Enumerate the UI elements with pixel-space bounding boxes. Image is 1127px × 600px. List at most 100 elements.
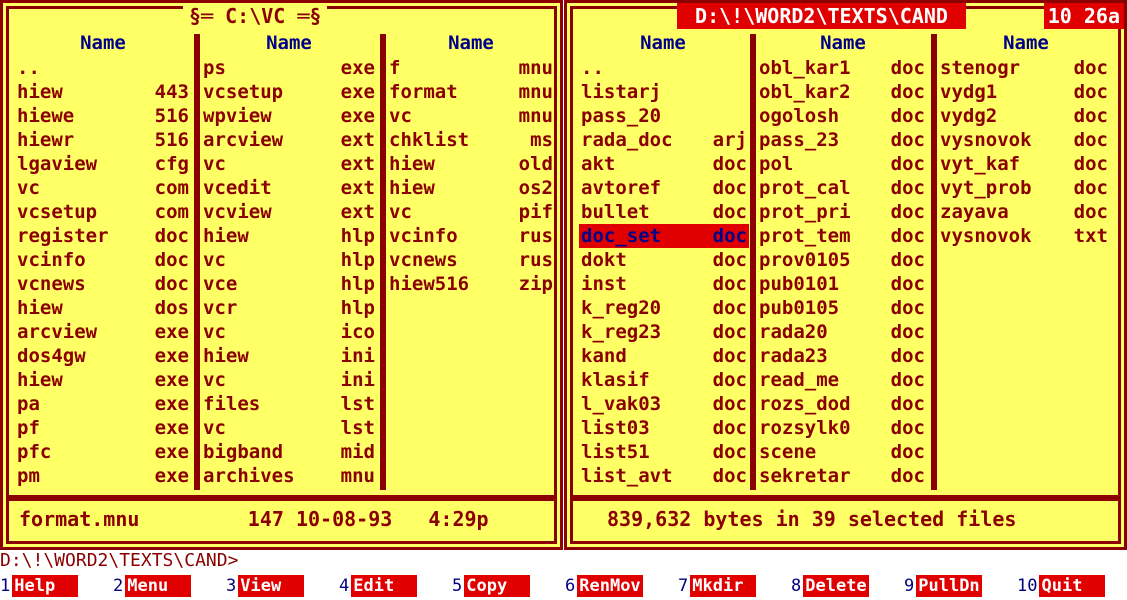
file-entry[interactable]: prov0105 doc: [757, 248, 927, 272]
file-entry[interactable]: vydg1 doc: [938, 80, 1110, 104]
file-entry[interactable]: dos4gw exe: [15, 344, 191, 368]
file-entry[interactable]: register doc: [15, 224, 191, 248]
file-entry[interactable]: list03 doc: [579, 416, 749, 440]
file-entry[interactable]: pfc exe: [15, 440, 191, 464]
file-entry[interactable]: arcview ext: [201, 128, 377, 152]
file-entry[interactable]: pf exe: [15, 416, 191, 440]
file-entry[interactable]: avtoref doc: [579, 176, 749, 200]
file-entry[interactable]: pass_23 doc: [757, 128, 927, 152]
file-entry[interactable]: obl_kar2 doc: [757, 80, 927, 104]
file-entry[interactable]: vcinfo doc: [15, 248, 191, 272]
file-entry[interactable]: rada_doc arj: [579, 128, 749, 152]
file-entry[interactable]: wpview exe: [201, 104, 377, 128]
f9-key[interactable]: 9 PullDn: [904, 574, 1017, 598]
file-entry[interactable]: vysnovok doc: [938, 128, 1110, 152]
file-entry[interactable]: rozsylk0 doc: [757, 416, 927, 440]
file-entry[interactable]: ..: [579, 56, 749, 80]
file-entry[interactable]: pub0101 doc: [757, 272, 927, 296]
file-entry[interactable]: vc lst: [201, 416, 377, 440]
file-entry[interactable]: vcnews doc: [15, 272, 191, 296]
file-entry[interactable]: vc ext: [201, 152, 377, 176]
file-entry[interactable]: prot_cal doc: [757, 176, 927, 200]
file-entry[interactable]: vc com: [15, 176, 191, 200]
file-entry[interactable]: zayava doc: [938, 200, 1110, 224]
file-entry[interactable]: sekretar doc: [757, 464, 927, 488]
file-entry[interactable]: listarj: [579, 80, 749, 104]
file-entry[interactable]: vc hlp: [201, 248, 377, 272]
file-entry[interactable]: rada23 doc: [757, 344, 927, 368]
f1-key[interactable]: 1 Help: [0, 574, 113, 598]
file-entry[interactable]: hiewe 516: [15, 104, 191, 128]
file-entry[interactable]: pm exe: [15, 464, 191, 488]
f3-key[interactable]: 3 View: [226, 574, 339, 598]
file-entry[interactable]: inst doc: [579, 272, 749, 296]
file-entry[interactable]: vce hlp: [201, 272, 377, 296]
file-entry[interactable]: hiew 443: [15, 80, 191, 104]
file-entry[interactable]: hiew ini: [201, 344, 377, 368]
file-entry[interactable]: lgaview cfg: [15, 152, 191, 176]
file-entry[interactable]: l_vak03 doc: [579, 392, 749, 416]
file-entry[interactable]: vcsetup exe: [201, 80, 377, 104]
file-entry[interactable]: stenogr doc: [938, 56, 1110, 80]
left-panel[interactable]: §═ C:\VC ═§ Name Name Name .. hiew 443 hiew…: [0, 0, 563, 550]
column-header-name[interactable]: Name: [755, 31, 931, 55]
f2-key[interactable]: 2 Menu: [113, 574, 226, 598]
file-entry[interactable]: vydg2 doc: [938, 104, 1110, 128]
file-entry[interactable]: archives mnu: [201, 464, 377, 488]
file-entry[interactable]: hiew os2: [387, 176, 555, 200]
file-entry[interactable]: rozs_dod doc: [757, 392, 927, 416]
file-entry[interactable]: scene doc: [757, 440, 927, 464]
file-entry[interactable]: dokt doc: [579, 248, 749, 272]
file-entry[interactable]: ogolosh doc: [757, 104, 927, 128]
file-entry[interactable]: pass_20: [579, 104, 749, 128]
column-header-name[interactable]: Name: [385, 31, 557, 55]
f5-key[interactable]: 5 Copy: [452, 574, 565, 598]
f10-key[interactable]: 10 Quit: [1017, 574, 1127, 598]
file-entry[interactable]: vyt_prob doc: [938, 176, 1110, 200]
file-entry[interactable]: vcedit ext: [201, 176, 377, 200]
file-entry[interactable]: vyt_kaf doc: [938, 152, 1110, 176]
file-entry[interactable]: vcinfo rus: [387, 224, 555, 248]
file-entry[interactable]: list_avt doc: [579, 464, 749, 488]
f7-key[interactable]: 7 Mkdir: [678, 574, 791, 598]
file-entry[interactable]: prot_tem doc: [757, 224, 927, 248]
column-header-name[interactable]: Name: [199, 31, 379, 55]
file-entry[interactable]: arcview exe: [15, 320, 191, 344]
file-entry[interactable]: read_me doc: [757, 368, 927, 392]
file-entry[interactable]: k_reg20 doc: [579, 296, 749, 320]
f4-key[interactable]: 4 Edit: [339, 574, 452, 598]
file-entry[interactable]: k_reg23 doc: [579, 320, 749, 344]
file-entry[interactable]: rada20 doc: [757, 320, 927, 344]
column-header-name[interactable]: Name: [13, 31, 193, 55]
file-entry[interactable]: pa exe: [15, 392, 191, 416]
file-entry[interactable]: vcr hlp: [201, 296, 377, 320]
file-entry[interactable]: format mnu: [387, 80, 555, 104]
file-entry[interactable]: vc pif: [387, 200, 555, 224]
f8-key[interactable]: 8 Delete: [791, 574, 904, 598]
file-entry[interactable]: vcnews rus: [387, 248, 555, 272]
file-entry[interactable]: hiew516 zip: [387, 272, 555, 296]
command-line-prompt[interactable]: D:\!\WORD2\TEXTS\CAND>: [0, 550, 239, 572]
file-entry[interactable]: list51 doc: [579, 440, 749, 464]
file-entry[interactable]: klasif doc: [579, 368, 749, 392]
file-entry[interactable]: chklist ms: [387, 128, 555, 152]
file-entry[interactable]: bullet doc: [579, 200, 749, 224]
file-entry[interactable]: f mnu: [387, 56, 555, 80]
file-entry[interactable]: pol doc: [757, 152, 927, 176]
file-entry[interactable]: vcview ext: [201, 200, 377, 224]
f6-key[interactable]: 6 RenMov: [565, 574, 678, 598]
file-entry[interactable]: kand doc: [579, 344, 749, 368]
column-header-name[interactable]: Name: [936, 31, 1116, 55]
file-entry[interactable]: hiew exe: [15, 368, 191, 392]
right-panel[interactable]: D:\!\WORD2\TEXTS\CAND 10 26a Name Name N…: [564, 0, 1127, 550]
file-entry[interactable]: vc ico: [201, 320, 377, 344]
file-entry[interactable]: bigband mid: [201, 440, 377, 464]
file-entry[interactable]: hiew old: [387, 152, 555, 176]
file-entry-selected[interactable]: doc_set doc: [579, 224, 749, 248]
file-entry[interactable]: files lst: [201, 392, 377, 416]
file-entry[interactable]: hiew hlp: [201, 224, 377, 248]
file-entry[interactable]: vcsetup com: [15, 200, 191, 224]
file-entry[interactable]: ps exe: [201, 56, 377, 80]
file-entry[interactable]: ..: [15, 56, 191, 80]
file-entry[interactable]: hiewr 516: [15, 128, 191, 152]
